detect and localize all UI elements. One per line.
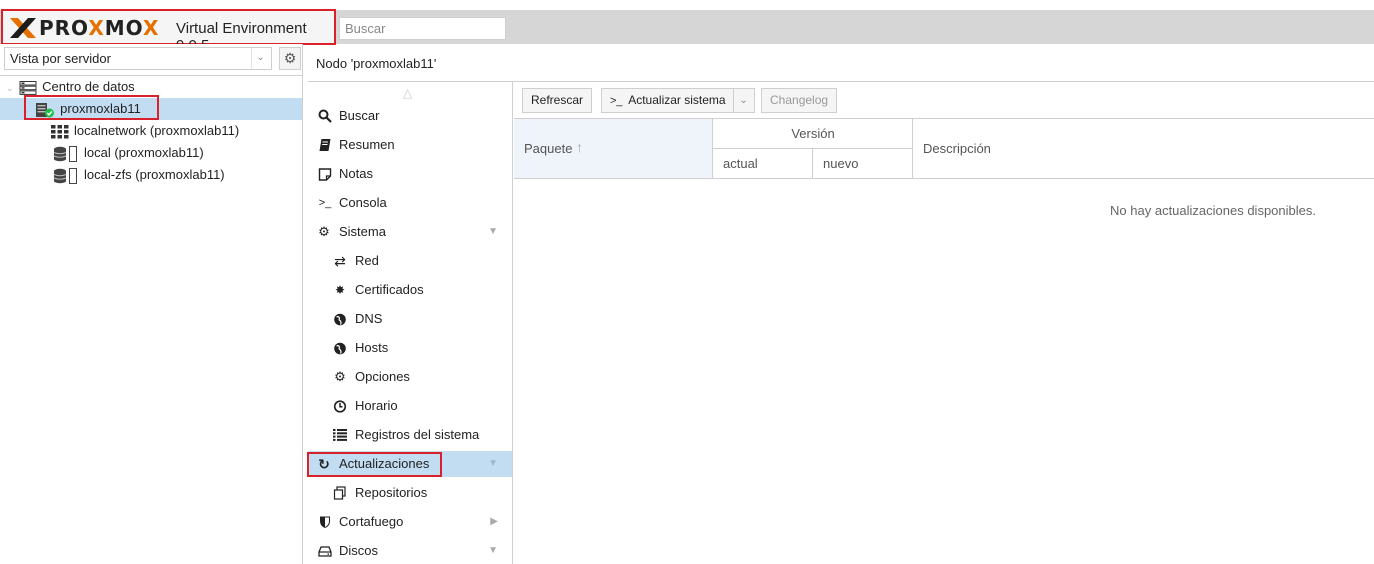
column-header-label: Descripción bbox=[923, 141, 991, 156]
gear-icon: ⚙ bbox=[283, 50, 297, 66]
menu-item-label: Registros del sistema bbox=[355, 427, 480, 442]
refresh-button[interactable]: Refrescar bbox=[522, 88, 593, 113]
menu-item-label: Hosts bbox=[355, 340, 389, 355]
menu-item-dns[interactable]: DNS bbox=[308, 306, 512, 332]
column-header-label: Versión bbox=[791, 126, 835, 141]
files-icon bbox=[333, 486, 346, 500]
view-selector-value: Vista por servidor bbox=[10, 51, 111, 66]
menu-item-notas[interactable]: Notas bbox=[308, 161, 512, 187]
resource-tree-panel: Vista por servidor ⌄ ⚙ ⌄ Centro de datos… bbox=[0, 44, 303, 564]
tree-item-storage-local[interactable]: local (proxmoxlab11) bbox=[53, 142, 204, 164]
menu-item-discos[interactable]: Discos ▼ bbox=[308, 538, 512, 564]
column-header-label: Paquete bbox=[524, 141, 573, 156]
datacenter-icon bbox=[19, 80, 37, 95]
clock-icon bbox=[333, 400, 347, 413]
terminal-icon: >_ bbox=[610, 95, 623, 107]
tree-item-label: local-zfs (proxmoxlab11) bbox=[84, 167, 225, 182]
tree-item-label: Centro de datos bbox=[42, 79, 135, 94]
column-header-description[interactable]: Descripción bbox=[913, 119, 1374, 179]
empty-message: No hay actualizaciones disponibles. bbox=[1110, 203, 1316, 218]
search-icon bbox=[318, 109, 332, 123]
menu-item-buscar[interactable]: Buscar bbox=[308, 103, 512, 129]
globe-icon bbox=[334, 342, 346, 355]
proxmox-logo-icon bbox=[10, 18, 36, 38]
menu-item-cortafuego[interactable]: Cortafuego ▶ bbox=[308, 509, 512, 535]
menu-item-label: DNS bbox=[355, 311, 383, 326]
updates-toolbar: Refrescar >_ Actualizar sistema ⌄ Change… bbox=[514, 82, 1374, 118]
note-icon bbox=[318, 168, 332, 181]
collapse-arrow-icon[interactable]: ▼ bbox=[488, 538, 498, 564]
sort-ascending-icon: ↑ bbox=[576, 139, 583, 155]
column-header-label: nuevo bbox=[823, 156, 859, 171]
exchange-icon: ⇄ bbox=[334, 253, 346, 269]
menu-item-label: Buscar bbox=[339, 108, 380, 123]
expand-arrow-icon[interactable]: ▶ bbox=[490, 509, 498, 535]
menu-item-label: Horario bbox=[355, 398, 398, 413]
logo-wordmark: PROXMOX bbox=[39, 16, 160, 40]
column-header-new[interactable]: nuevo bbox=[813, 149, 913, 179]
menu-item-label: Cortafuego bbox=[339, 514, 404, 529]
menu-item-label: Opciones bbox=[355, 369, 410, 384]
tree-item-label: local (proxmoxlab11) bbox=[84, 145, 204, 160]
menu-item-label: Sistema bbox=[339, 224, 386, 239]
column-header-label: actual bbox=[723, 156, 758, 171]
hdd-icon bbox=[318, 546, 332, 557]
storage-icon bbox=[53, 145, 77, 162]
menu-item-consola[interactable]: >_ Consola bbox=[308, 190, 512, 216]
menu-item-repositorios[interactable]: Repositorios bbox=[308, 480, 512, 506]
menu-item-resumen[interactable]: Resumen bbox=[308, 132, 512, 158]
collapse-icon: ⌄ bbox=[6, 83, 14, 93]
menu-item-registros[interactable]: Registros del sistema bbox=[308, 422, 512, 448]
column-header-package[interactable]: Paquete ↑ bbox=[514, 119, 713, 179]
terminal-icon: >_ bbox=[318, 197, 332, 209]
book-icon bbox=[319, 139, 331, 151]
search-input[interactable]: Buscar bbox=[339, 17, 506, 40]
certificate-icon: ✸ bbox=[334, 283, 346, 297]
column-header-current[interactable]: actual bbox=[713, 149, 813, 179]
annotation-box-node bbox=[24, 95, 159, 120]
menu-item-label: Repositorios bbox=[355, 485, 428, 500]
tree-settings-button[interactable]: ⚙ bbox=[279, 47, 301, 70]
list-icon bbox=[333, 429, 347, 441]
upgrade-button[interactable]: >_ Actualizar sistema ⌄ bbox=[601, 88, 755, 113]
collapse-arrow-icon[interactable]: ▼ bbox=[488, 451, 498, 477]
resource-tree: ⌄ Centro de datos ⌄ proxmoxlab11 localne… bbox=[0, 75, 303, 564]
scroll-up-icon[interactable]: △ bbox=[403, 86, 412, 100]
menu-item-red[interactable]: ⇄ Red bbox=[308, 248, 512, 274]
tree-item-network[interactable]: localnetwork (proxmoxlab11) bbox=[51, 120, 239, 142]
menu-item-opciones[interactable]: ⚙ Opciones bbox=[308, 364, 512, 390]
menu-item-label: Discos bbox=[339, 543, 379, 558]
tree-item-storage-zfs[interactable]: local-zfs (proxmoxlab11) bbox=[53, 164, 225, 186]
menu-item-hosts[interactable]: Hosts bbox=[308, 335, 512, 361]
menu-item-label: Certificados bbox=[355, 282, 424, 297]
chevron-down-icon[interactable]: ⌄ bbox=[732, 89, 754, 112]
updates-grid: Paquete ↑ Versión actual nuevo Descripci… bbox=[514, 118, 1374, 564]
page-title: Nodo 'proxmoxlab11' bbox=[316, 56, 437, 71]
network-grid-icon bbox=[51, 124, 69, 139]
cogs-icon: ⚙ bbox=[318, 224, 330, 239]
changelog-button: Changelog bbox=[761, 88, 838, 113]
node-menu: △ Buscar Resumen Notas >_ Consola ⚙ Sist… bbox=[308, 82, 513, 564]
menu-item-sistema[interactable]: ⚙ Sistema ▼ bbox=[308, 219, 512, 245]
column-header-version: Versión bbox=[713, 119, 913, 149]
menu-item-certificados[interactable]: ✸ Certificados bbox=[308, 277, 512, 303]
menu-item-label: Consola bbox=[339, 195, 387, 210]
shield-icon bbox=[320, 516, 330, 528]
collapse-arrow-icon[interactable]: ▼ bbox=[488, 219, 498, 245]
tree-item-label: localnetwork (proxmoxlab11) bbox=[74, 123, 240, 138]
upgrade-button-label: Actualizar sistema bbox=[628, 93, 726, 107]
view-selector[interactable]: Vista por servidor ⌄ bbox=[4, 47, 272, 70]
menu-item-label: Red bbox=[355, 253, 379, 268]
logo-area: PROXMOX Virtual Environment 9.0.5 bbox=[1, 9, 336, 54]
gear-icon: ⚙ bbox=[334, 369, 346, 384]
content-header: Nodo 'proxmoxlab11' bbox=[308, 46, 1374, 82]
menu-item-label: Resumen bbox=[339, 137, 395, 152]
menu-item-horario[interactable]: Horario bbox=[308, 393, 512, 419]
globe-icon bbox=[334, 313, 346, 326]
chevron-down-icon: ⌄ bbox=[251, 48, 269, 69]
storage-icon bbox=[53, 167, 77, 184]
annotation-box-updates bbox=[307, 452, 442, 477]
menu-item-label: Notas bbox=[339, 166, 373, 181]
